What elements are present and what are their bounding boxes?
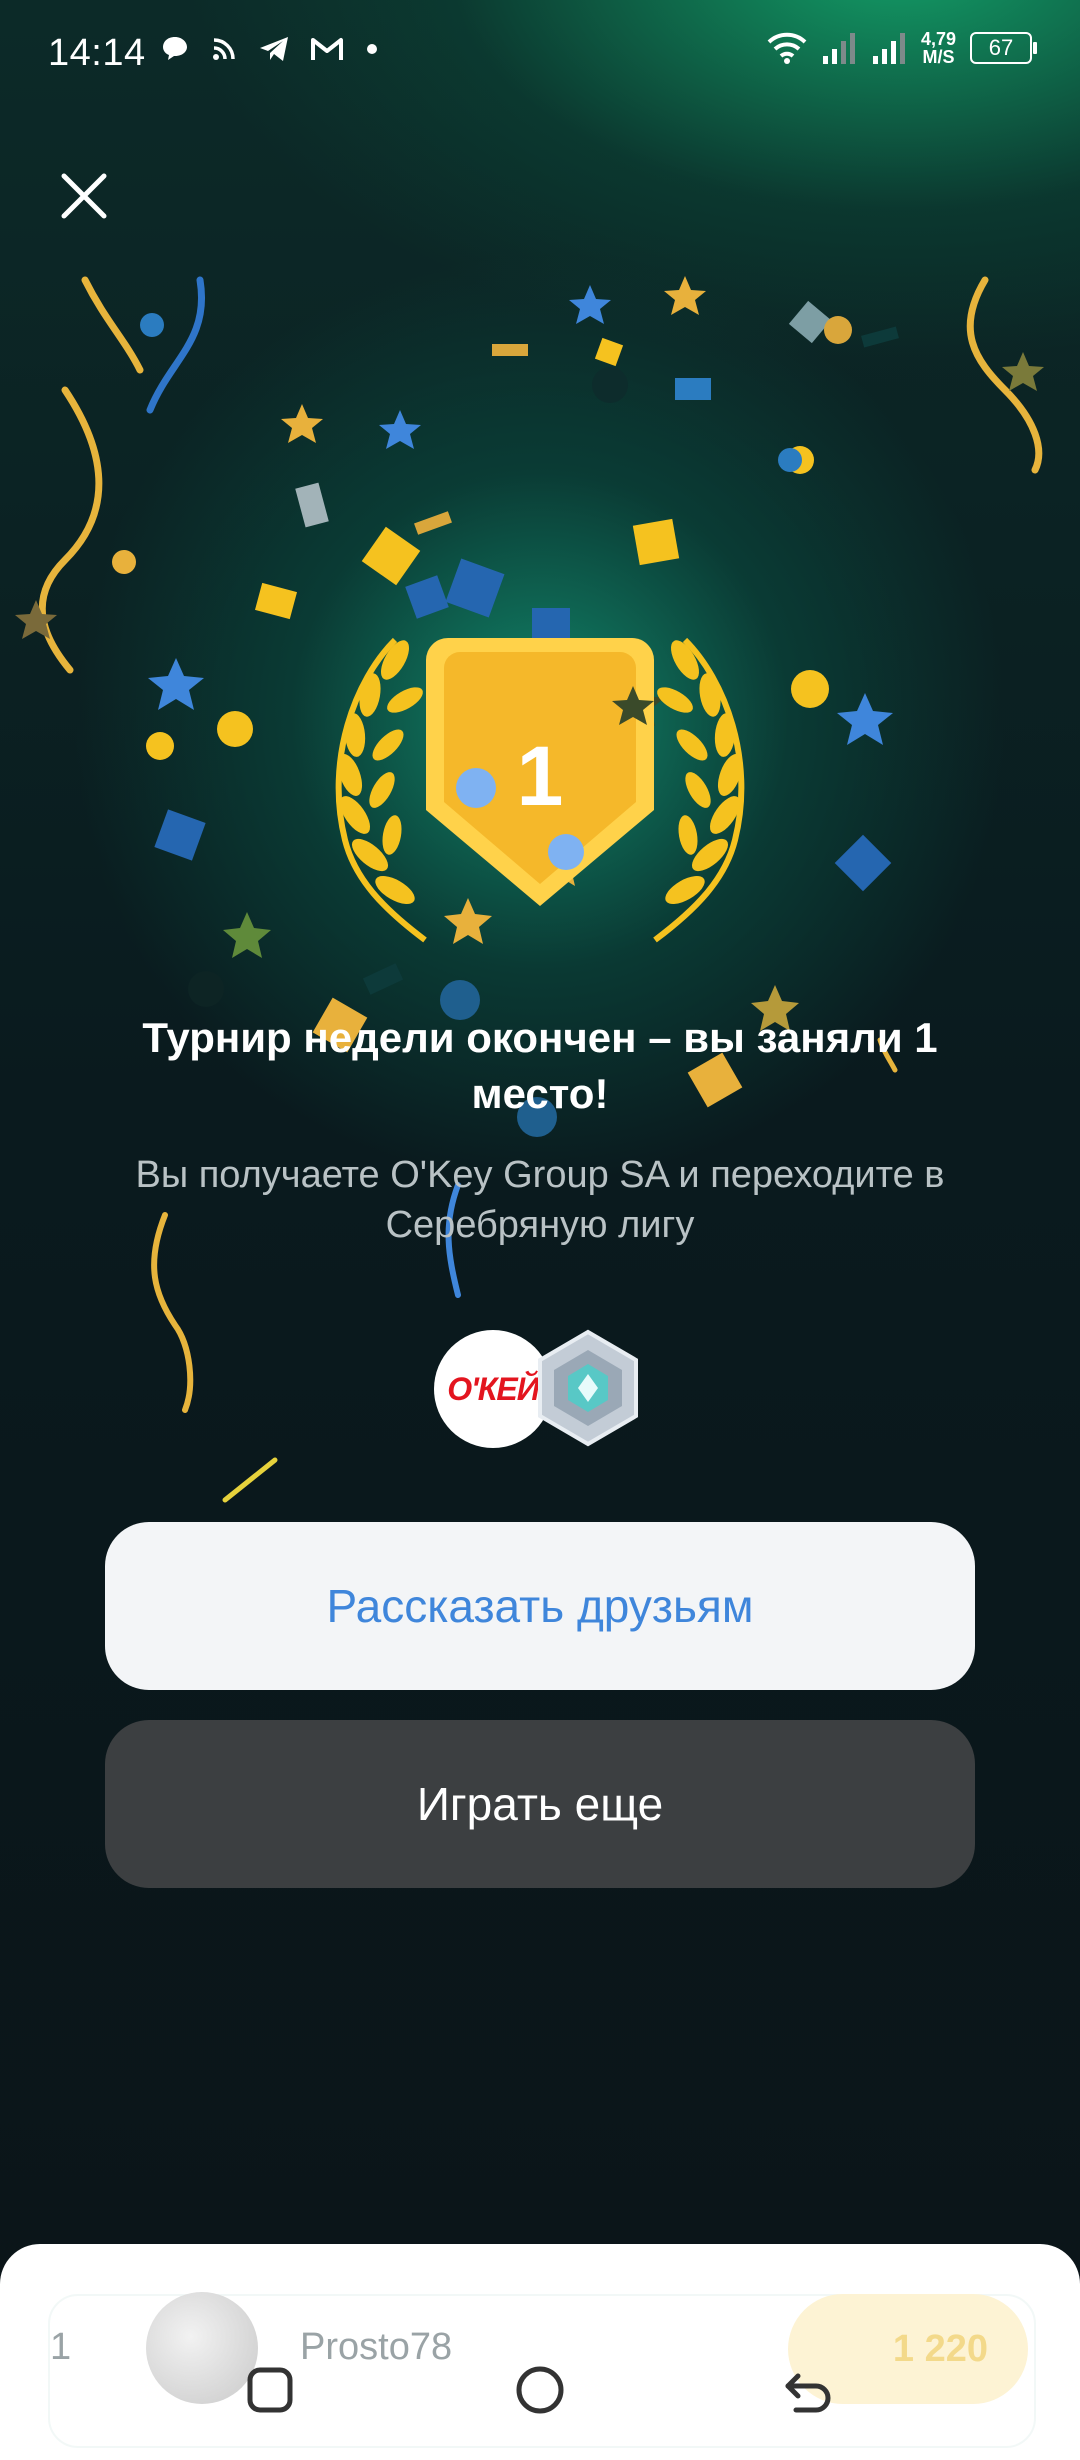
system-icons: 4,79 M/S 67 <box>767 30 1037 66</box>
circle-icon <box>516 2366 564 2414</box>
status-time: 14:14 <box>48 32 146 74</box>
silver-league-badge-icon <box>538 1329 638 1447</box>
first-place-medal: 1 <box>300 620 780 950</box>
signal-icon-2 <box>872 33 905 64</box>
screen: 14:14 4,79 M/S 67 1 Турнир недели оконче… <box>0 0 1080 2460</box>
okey-logo-text: О'КЕЙ <box>447 1370 540 1407</box>
dot-icon <box>367 44 377 54</box>
status-bar: 14:14 4,79 M/S 67 <box>0 0 1080 110</box>
wifi-icon <box>767 32 807 64</box>
system-nav-bar <box>0 2340 1080 2440</box>
result-subtitle: Вы получаете O'Key Group SA и переходите… <box>135 1154 945 1246</box>
medal-rank: 1 <box>516 729 564 823</box>
chat-icon <box>163 37 187 60</box>
close-button[interactable] <box>56 168 112 224</box>
rewards-row: О'КЕЙ <box>430 1326 650 1450</box>
notification-icons <box>160 34 380 64</box>
telegram-icon <box>260 37 288 61</box>
share-with-friends-button[interactable]: Рассказать друзьям <box>105 1522 975 1690</box>
recents-button[interactable] <box>238 2358 302 2422</box>
battery-indicator: 67 <box>970 32 1037 64</box>
speed-value: 4,79 <box>920 29 956 49</box>
network-speed: 4,79 M/S <box>921 30 956 66</box>
back-button[interactable] <box>776 2358 840 2422</box>
play-again-button[interactable]: Играть еще <box>105 1720 975 1888</box>
speed-unit: M/S <box>922 47 955 67</box>
signal-icon-1 <box>822 33 855 64</box>
result-title: Турнир недели окончен – вы заняли 1 мест… <box>142 1014 938 1117</box>
rss-icon <box>213 38 235 60</box>
close-icon <box>61 173 107 219</box>
back-arrow-icon <box>785 2373 831 2413</box>
home-button[interactable] <box>508 2358 572 2422</box>
gmail-icon <box>311 38 343 60</box>
battery-level: 67 <box>988 35 1014 60</box>
square-icon <box>247 2367 293 2413</box>
